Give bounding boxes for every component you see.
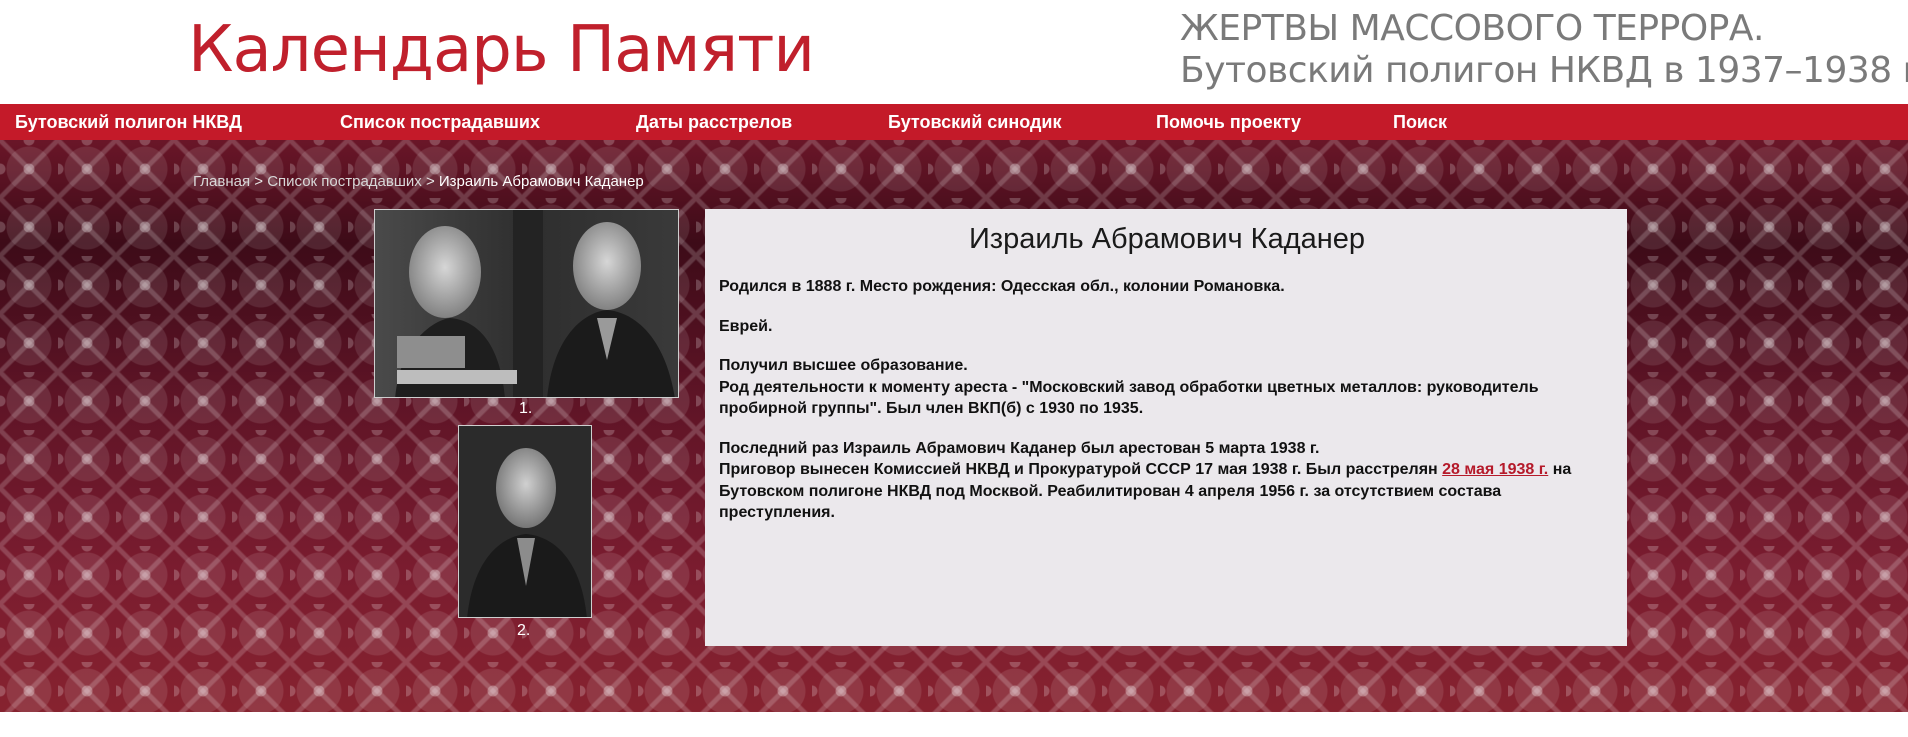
nationality-info: Еврей. — [719, 317, 773, 335]
main-nav: Бутовский полигон НКВД Список пострадавш… — [0, 104, 1908, 140]
birth-info: Родился в 1888 г. Место рождения: Одесск… — [719, 278, 1285, 295]
arrest-photo-1-image — [375, 210, 678, 397]
nav-item-help-project[interactable]: Помочь проекту — [1156, 104, 1301, 140]
breadcrumb-home-link[interactable]: Главная — [193, 173, 250, 190]
breadcrumb-list-link[interactable]: Список пострадавших — [267, 173, 422, 190]
person-info-panel: Израиль Абрамович Каданер Родился в 1888… — [705, 209, 1627, 646]
tagline-line1: ЖЕРТВЫ МАССОВОГО ТЕРРОРА. — [1180, 8, 1764, 49]
photo-caption-2: 2. — [517, 622, 531, 639]
site-tagline: ЖЕРТВЫ МАССОВОГО ТЕРРОРА. Бутовский поли… — [1180, 8, 1908, 92]
person-name-heading: Израиль Абрамович Каданер — [968, 223, 1366, 255]
nav-item-butovo-polygon[interactable]: Бутовский полигон НКВД — [15, 104, 242, 140]
tagline-line2: Бутовский полигон НКВД в 1937–1938 гг. — [1180, 50, 1908, 91]
education-text: Получил высшее образование. — [719, 357, 968, 374]
arrest-photo-2-image — [459, 426, 591, 617]
execution-date-link[interactable]: 28 мая 1938 г. — [1442, 461, 1548, 478]
breadcrumb: Главная > Список пострадавших > Израиль … — [193, 173, 644, 190]
education-occupation-info: Получил высшее образование. Род деятельн… — [719, 355, 1615, 420]
arrest-photo-2[interactable] — [458, 425, 592, 618]
nav-item-search[interactable]: Поиск — [1393, 104, 1447, 140]
site-logo-title[interactable]: Календарь Памяти — [188, 18, 815, 82]
breadcrumb-current: Израиль Абрамович Каданер — [438, 173, 644, 190]
nav-item-victims-list[interactable]: Список пострадавших — [340, 104, 540, 140]
site-header: Календарь Памяти ЖЕРТВЫ МАССОВОГО ТЕРРОР… — [0, 0, 1908, 104]
nav-item-execution-dates[interactable]: Даты расстрелов — [636, 104, 792, 140]
occupation-text: Род деятельности к моменту ареста - "Мос… — [719, 378, 1539, 418]
nav-item-synodik[interactable]: Бутовский синодик — [888, 104, 1061, 140]
breadcrumb-separator: > — [425, 173, 435, 190]
arrest-text: Последний раз Израиль Абрамович Каданер … — [719, 439, 1320, 457]
arrest-sentence-info: Последний раз Израиль Абрамович Каданер … — [719, 438, 1615, 524]
arrest-photo-1[interactable] — [374, 209, 679, 398]
breadcrumb-separator: > — [254, 173, 264, 190]
sentence-paragraph: Приговор вынесен Комиссией НКВД и Прокур… — [719, 461, 1571, 521]
photo-caption-1: 1. — [519, 400, 533, 417]
sentence-text: Приговор вынесен Комиссией НКВД и Прокур… — [719, 461, 1443, 478]
